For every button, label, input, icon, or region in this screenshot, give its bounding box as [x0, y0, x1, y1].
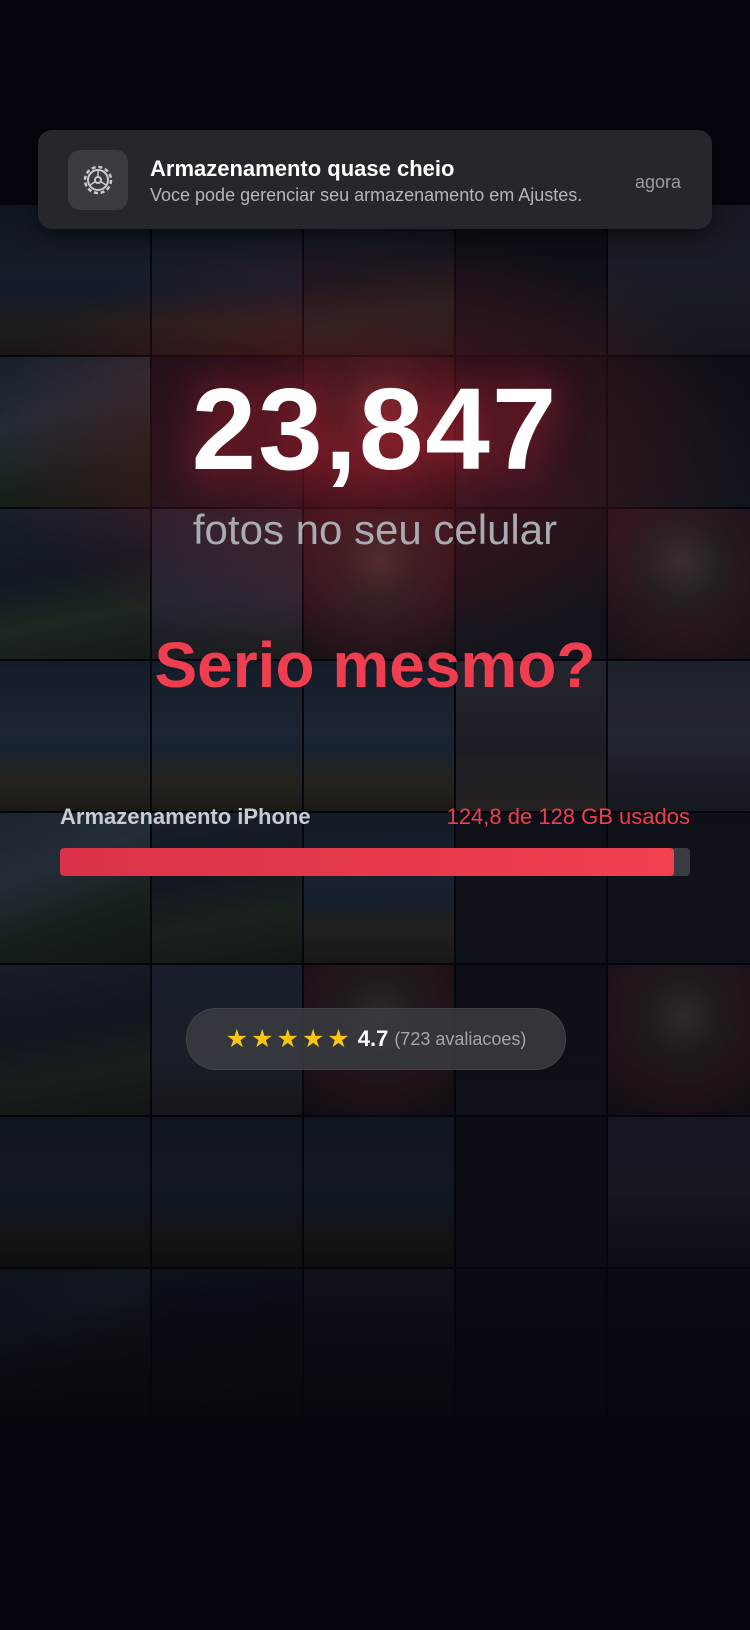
photo-count: 23,847 [191, 364, 559, 494]
rating-stars: ★ ★ ★ ★ ★ [225, 1024, 350, 1053]
rating-value: 4.7 [357, 1026, 389, 1051]
rating-count: (723 avaliacoes) [394, 1028, 527, 1049]
star-icon: ★ [225, 1024, 249, 1053]
gear-icon [68, 150, 128, 210]
storage-usage-text: 124,8 de 128 GB usados [446, 804, 690, 829]
star-icon: ★ [276, 1024, 299, 1053]
notification-title: Armazenamento quase cheio [150, 156, 455, 181]
storage-progress-fill [60, 848, 675, 876]
star-icon: ★ [327, 1024, 350, 1053]
star-icon: ★ [301, 1024, 325, 1053]
photo-count-subtitle: fotos no seu celular [192, 506, 558, 553]
storage-progress-bar [60, 848, 690, 876]
storage-notification[interactable]: Armazenamento quase cheio Voce pode gere… [38, 130, 712, 229]
star-icon: ★ [251, 1024, 274, 1053]
notification-body: Voce pode gerenciar seu armazenamento em… [150, 185, 583, 205]
notification-time: agora [634, 172, 681, 192]
storage-label: Armazenamento iPhone [60, 804, 311, 829]
headline: Serio mesmo? [154, 629, 596, 701]
rating-badge: ★ ★ ★ ★ ★ 4.7 (723 avaliacoes) [186, 1008, 566, 1070]
